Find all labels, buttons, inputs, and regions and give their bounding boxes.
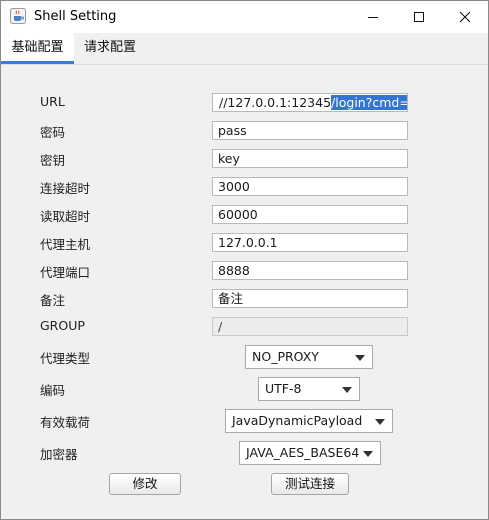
- connect-timeout-label: 连接超时: [40, 181, 91, 196]
- key-input[interactable]: key: [212, 149, 408, 168]
- proxy-host-input[interactable]: 127.0.0.1: [212, 233, 408, 252]
- minimize-button[interactable]: [350, 1, 396, 33]
- chevron-down-icon: [355, 355, 365, 361]
- remark-label: 备注: [40, 293, 66, 308]
- chevron-down-icon: [375, 419, 385, 425]
- group-label: GROUP: [40, 318, 85, 333]
- tab-label: 请求配置: [83, 40, 136, 55]
- shell-setting-window: Shell Setting 基础配置 请求配置 URL //127.0.0.1:…: [0, 0, 489, 520]
- tab-basic-config[interactable]: 基础配置: [1, 33, 74, 64]
- window-title: Shell Setting: [34, 9, 117, 24]
- cryption-select[interactable]: JAVA_AES_BASE64: [239, 441, 381, 465]
- minimize-icon: [368, 17, 378, 18]
- payload-value: JavaDynamicPayload: [232, 413, 363, 428]
- chevron-down-icon: [342, 387, 352, 393]
- tab-label: 基础配置: [11, 40, 64, 55]
- group-input: /: [212, 317, 408, 336]
- encoding-value: UTF-8: [265, 381, 302, 396]
- proxy-type-value: NO_PROXY: [252, 349, 319, 364]
- proxy-type-label: 代理类型: [40, 351, 91, 366]
- test-connection-button[interactable]: 测试连接: [271, 473, 349, 495]
- read-timeout-input[interactable]: 60000: [212, 205, 408, 224]
- proxy-port-label: 代理端口: [40, 265, 91, 280]
- password-label: 密码: [40, 125, 66, 140]
- password-input[interactable]: pass: [212, 121, 408, 140]
- url-selected-text: /login?cmd=1: [331, 95, 407, 110]
- maximize-icon: [414, 12, 424, 22]
- proxy-type-select[interactable]: NO_PROXY: [245, 345, 373, 369]
- tab-request-config[interactable]: 请求配置: [74, 33, 146, 63]
- java-cup-icon: [10, 8, 26, 24]
- url-input[interactable]: //127.0.0.1:12345/login?cmd=1: [212, 93, 408, 112]
- url-label: URL: [40, 94, 65, 109]
- proxy-host-label: 代理主机: [40, 237, 91, 252]
- chevron-down-icon: [363, 451, 373, 457]
- proxy-port-input[interactable]: 8888: [212, 261, 408, 280]
- cryption-label: 加密器: [40, 447, 78, 462]
- url-text: //127.0.0.1:12345: [219, 95, 332, 110]
- close-icon: [459, 11, 471, 23]
- cryption-value: JAVA_AES_BASE64: [246, 445, 360, 460]
- encoding-select[interactable]: UTF-8: [258, 377, 360, 401]
- encoding-label: 编码: [40, 383, 66, 398]
- maximize-button[interactable]: [396, 1, 442, 33]
- read-timeout-label: 读取超时: [40, 209, 91, 224]
- active-tab-indicator: [1, 61, 74, 64]
- connect-timeout-input[interactable]: 3000: [212, 177, 408, 196]
- payload-label: 有效载荷: [40, 415, 91, 430]
- title-bar: Shell Setting: [1, 1, 488, 33]
- payload-select[interactable]: JavaDynamicPayload: [225, 409, 393, 433]
- remark-input[interactable]: 备注: [212, 289, 408, 308]
- modify-button[interactable]: 修改: [109, 473, 181, 495]
- close-button[interactable]: [442, 1, 488, 33]
- tab-bar: 基础配置 请求配置: [1, 33, 488, 65]
- key-label: 密钥: [40, 153, 66, 168]
